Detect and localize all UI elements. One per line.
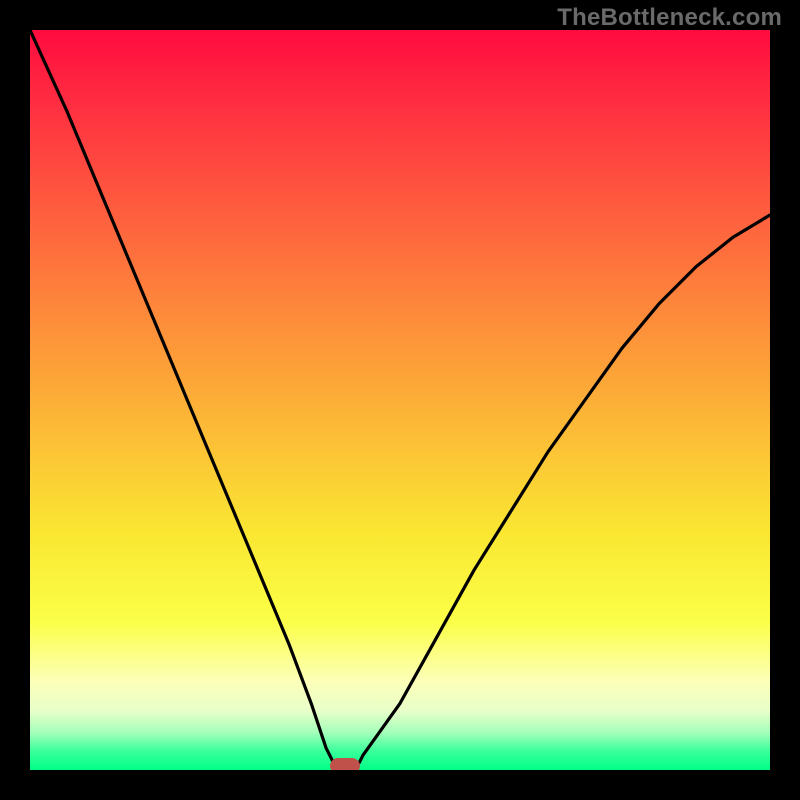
chart-frame: TheBottleneck.com [0,0,800,800]
minimum-marker [330,758,360,770]
bottleneck-curve [30,30,770,770]
plot-area [30,30,770,770]
watermark-text: TheBottleneck.com [557,4,782,32]
